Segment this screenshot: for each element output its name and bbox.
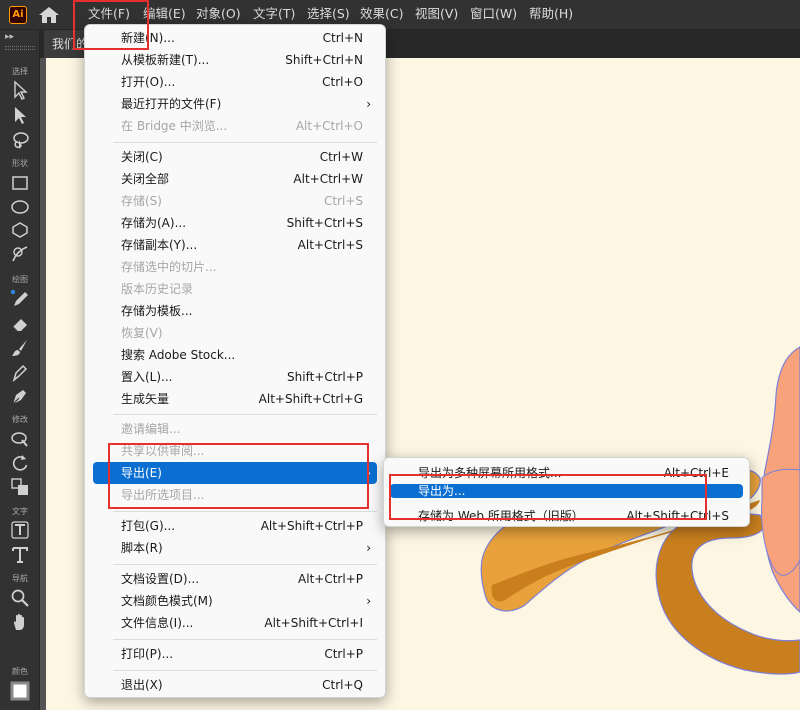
- blob-brush-tool-icon[interactable]: [10, 362, 30, 382]
- menu-item-new[interactable]: 新建(N)... Ctrl+N: [93, 27, 377, 49]
- lasso-tool-icon[interactable]: [10, 130, 30, 150]
- toolbar-category-select: 选择: [12, 67, 28, 76]
- menu-item-open-recent[interactable]: 最近打开的文件(F) ›: [93, 93, 377, 115]
- chevron-right-icon: ›: [366, 466, 371, 480]
- touch-type-tool-icon[interactable]: [10, 520, 30, 540]
- chevron-right-icon: ›: [366, 541, 371, 555]
- type-tool-icon[interactable]: [10, 545, 30, 565]
- file-menu-dropdown: 新建(N)... Ctrl+N 从模板新建(T)... Shift+Ctrl+N 打…: [84, 24, 386, 698]
- menu-separator: [113, 564, 377, 565]
- menu-item-export[interactable]: 导出(E) ›: [93, 462, 377, 484]
- menu-item-document-setup[interactable]: 文档设置(D)... Alt+Ctrl+P: [93, 568, 377, 590]
- menu-separator: [113, 511, 377, 512]
- chevron-right-icon: ›: [366, 594, 371, 608]
- app-logo-icon: Ai: [9, 6, 27, 24]
- menu-item-revert: 恢复(V): [121, 326, 163, 340]
- menu-item-invite-to-edit: 邀请编辑...: [121, 422, 181, 436]
- menu-item-open[interactable]: 打开(O)... Ctrl+O: [93, 71, 377, 93]
- paintbrush-tool-icon[interactable]: [10, 338, 30, 358]
- menu-item-save-selected-slices: 存储选中的切片...: [121, 260, 217, 274]
- menu-item-generate-vectors[interactable]: 生成矢量 Alt+Shift+Ctrl+G: [93, 388, 377, 410]
- toolbar-category-draw: 绘图: [12, 275, 28, 284]
- menu-item-export-selection: 导出所选项目...: [121, 488, 205, 502]
- menu-item-file-info[interactable]: 文件信息(I)... Alt+Shift+Ctrl+I: [93, 612, 377, 634]
- menu-item-search-adobe-stock[interactable]: 搜索 Adobe Stock...: [93, 344, 377, 366]
- menu-view[interactable]: 视图(V): [409, 0, 464, 28]
- toolbar-category-shape: 形状: [12, 159, 28, 168]
- rotate-tool-icon[interactable]: [10, 453, 30, 473]
- toolbar-category-navigate: 导航: [12, 574, 28, 583]
- menu-item-save-as[interactable]: 存储为(A)... Shift+Ctrl+S: [93, 212, 377, 234]
- export-submenu: 导出为多种屏幕所用格式... Alt+Ctrl+E 导出为... 存储为 Web …: [383, 457, 750, 527]
- selection-tool-icon[interactable]: [10, 80, 30, 100]
- scale-tool-icon[interactable]: [10, 477, 30, 497]
- menu-item-package[interactable]: 打包(G)... Alt+Shift+Ctrl+P: [93, 515, 377, 537]
- rectangle-tool-icon[interactable]: [10, 173, 30, 193]
- tools-panel: ▸▸ 选择 形状 绘图 修改 文字 导航 颜色: [0, 30, 40, 710]
- menu-item-export-for-screens[interactable]: 导出为多种屏幕所用格式... Alt+Ctrl+E: [390, 462, 743, 484]
- pen-tool-icon[interactable]: [10, 386, 30, 406]
- toolbar-category-color: 颜色: [12, 667, 28, 676]
- menu-item-share-for-review: 共享以供审阅...: [121, 444, 205, 458]
- shaper-tool-icon[interactable]: [10, 244, 30, 264]
- menu-separator: [113, 639, 377, 640]
- fill-stroke-icon[interactable]: [10, 681, 30, 701]
- menu-item-close-all[interactable]: 关闭全部 Alt+Ctrl+W: [93, 168, 377, 190]
- menu-item-document-color-mode[interactable]: 文档颜色模式(M) ›: [93, 590, 377, 612]
- menu-item-save: 存储(S) Ctrl+S: [121, 194, 363, 208]
- direct-selection-tool-icon[interactable]: [10, 105, 30, 125]
- menu-separator: [113, 670, 377, 671]
- menu-item-close[interactable]: 关闭(C) Ctrl+W: [93, 146, 377, 168]
- home-icon[interactable]: [38, 6, 60, 24]
- menu-item-new-from-template[interactable]: 从模板新建(T)... Shift+Ctrl+N: [93, 49, 377, 71]
- toolbar-category-modify: 修改: [12, 415, 28, 424]
- polygon-tool-icon[interactable]: [10, 220, 30, 240]
- menu-separator: [113, 142, 377, 143]
- panel-grip[interactable]: [5, 46, 35, 50]
- menu-window[interactable]: 窗口(W): [464, 0, 523, 28]
- menu-item-place[interactable]: 置入(L)... Shift+Ctrl+P: [93, 366, 377, 388]
- zoom-tool-icon[interactable]: [10, 588, 30, 608]
- hand-tool-icon[interactable]: [10, 612, 30, 632]
- warp-tool-icon[interactable]: [10, 429, 30, 449]
- menu-help[interactable]: 帮助(H): [523, 0, 579, 28]
- menu-item-print[interactable]: 打印(P)... Ctrl+P: [93, 643, 377, 665]
- menu-item-save-as-template[interactable]: 存储为模板...: [93, 300, 377, 322]
- menu-item-scripts[interactable]: 脚本(R) ›: [93, 537, 377, 559]
- menu-item-save-a-copy[interactable]: 存储副本(Y)... Alt+Ctrl+S: [93, 234, 377, 256]
- menu-item-browse-in-bridge: 在 Bridge 中浏览... Alt+Ctrl+O: [121, 119, 363, 133]
- collapse-panel-icon[interactable]: ▸▸: [5, 32, 14, 42]
- menu-item-exit[interactable]: 退出(X) Ctrl+Q: [93, 674, 377, 696]
- pencil-tool-icon[interactable]: [10, 289, 30, 309]
- menu-separator: [113, 414, 377, 415]
- menu-item-save-for-web-legacy[interactable]: 存储为 Web 所用格式（旧版）... Alt+Shift+Ctrl+S: [390, 506, 743, 526]
- menu-item-export-as[interactable]: 导出为...: [390, 484, 743, 498]
- toolbar-category-type: 文字: [12, 507, 28, 516]
- chevron-right-icon: ›: [366, 97, 371, 111]
- eraser-tool-icon[interactable]: [10, 314, 30, 334]
- menu-item-version-history: 版本历史记录: [121, 282, 194, 296]
- ellipse-tool-icon[interactable]: [10, 197, 30, 217]
